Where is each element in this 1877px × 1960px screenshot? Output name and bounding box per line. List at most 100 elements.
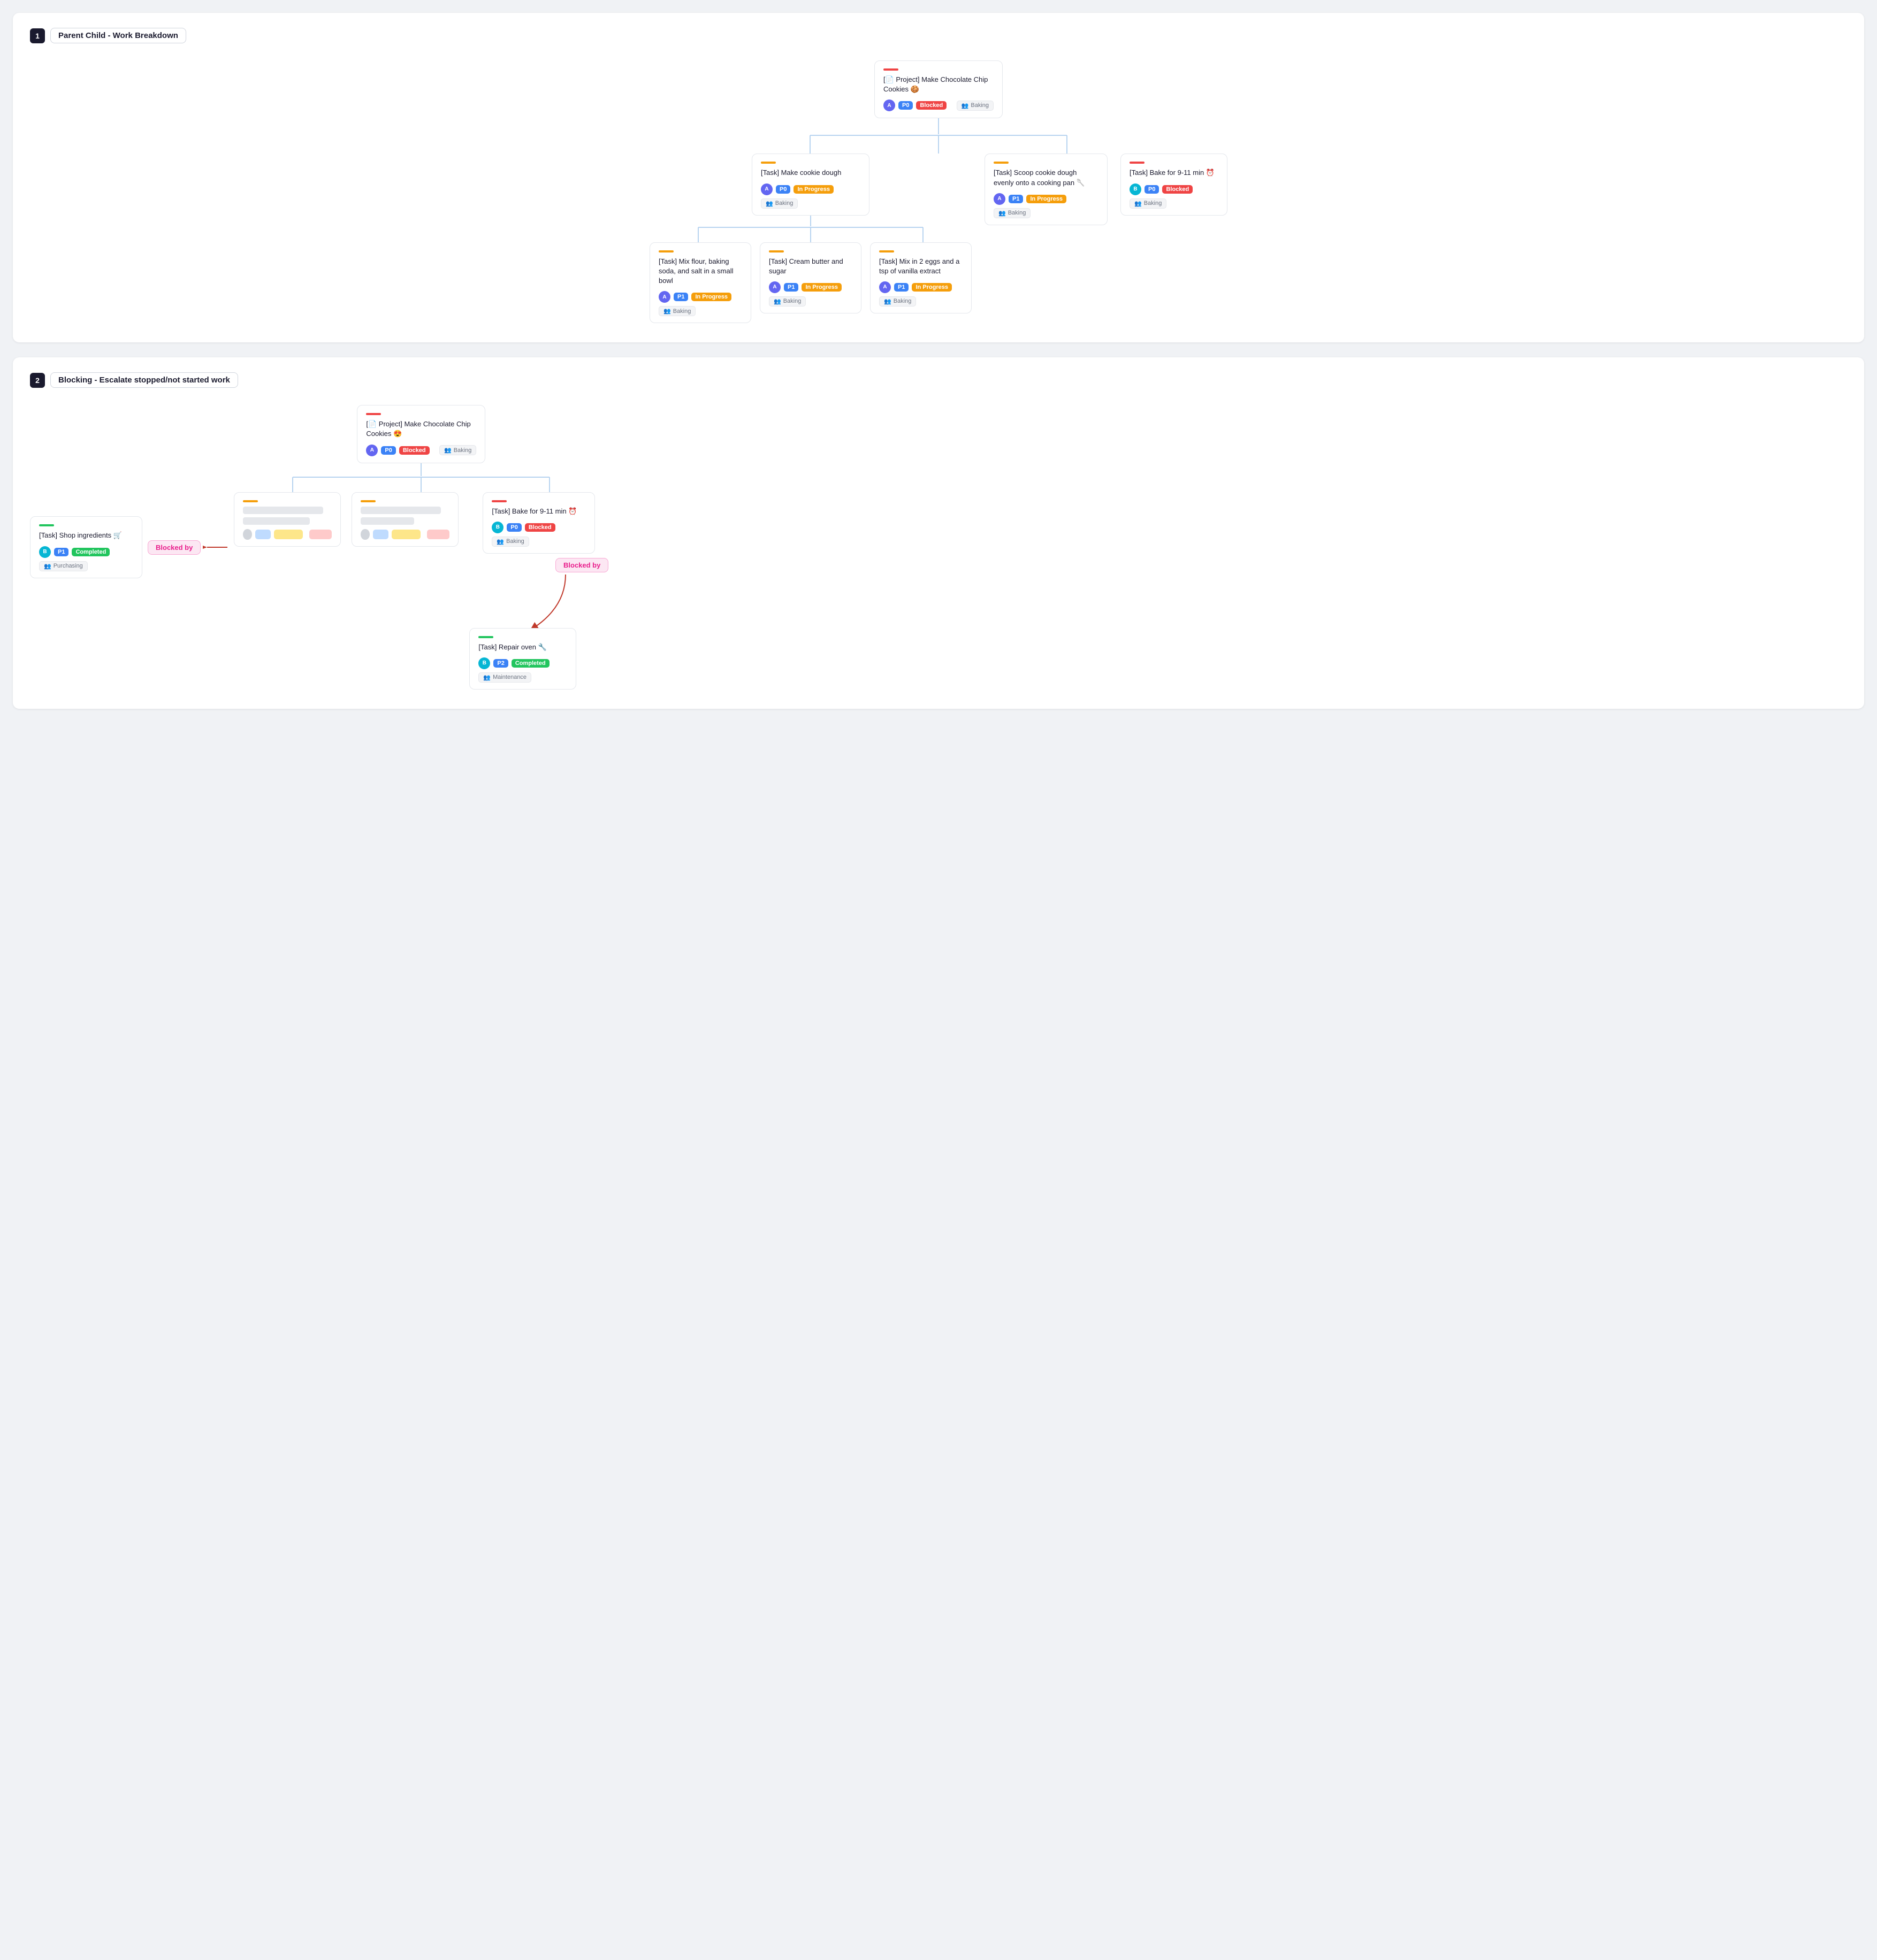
team-icon: 👥: [766, 200, 773, 207]
badge-status: In Progress: [912, 283, 952, 292]
card-accent: [769, 250, 784, 252]
card-title: [📄 Project] Make Chocolate Chip Cookies …: [366, 419, 476, 439]
blur-badge-priority: [255, 530, 271, 539]
team-icon: 👥: [1134, 200, 1142, 207]
tree-connector-svg-1: [767, 134, 1110, 154]
team-name: Baking: [1144, 200, 1162, 206]
card-accent: [761, 162, 776, 164]
level1-card-1[interactable]: [Task] Scoop cookie dough evenly onto a …: [985, 154, 1108, 225]
badge-team: 👥 Baking: [492, 537, 529, 547]
team-icon: 👥: [884, 298, 891, 305]
section-1-num: 1: [30, 28, 45, 43]
badge-team: 👥 Purchasing: [39, 561, 88, 571]
blur-footer: [361, 529, 449, 540]
badge-status: Blocked: [525, 523, 555, 532]
blurred-card-1: [234, 492, 341, 547]
project-card-2[interactable]: [📄 Project] Make Chocolate Chip Cookies …: [357, 405, 485, 463]
s2-right-tree: [📄 Project] Make Chocolate Chip Cookies …: [234, 405, 608, 690]
team-name: Baking: [775, 200, 793, 206]
blocked-by-arrow-left: Blocked by: [148, 540, 228, 555]
blur-avatar: [361, 529, 369, 540]
section-2-header: 2 Blocking - Escalate stopped/not starte…: [30, 372, 1847, 388]
badge-status: In Progress: [793, 185, 834, 194]
card-footer: A P1 In Progress 👥 Baking: [769, 281, 852, 307]
tree-col-3: [Task] Bake for 9-11 min ⏰ B P0 Blocked …: [1120, 154, 1227, 215]
shop-card[interactable]: [Task] Shop ingredients 🛒 B P1 Completed…: [30, 516, 142, 578]
team-name: Baking: [506, 538, 524, 545]
card-accent: [492, 500, 507, 502]
level2-card-1[interactable]: [Task] Cream butter and sugar A P1 In Pr…: [760, 242, 861, 313]
level1-card-2[interactable]: [Task] Bake for 9-11 min ⏰ B P0 Blocked …: [1120, 154, 1227, 215]
level2-card-0[interactable]: [Task] Mix flour, baking soda, and salt …: [650, 242, 751, 324]
team-icon: 👥: [774, 298, 781, 305]
badge-status: Completed: [72, 548, 110, 556]
h-connector-1: [767, 134, 1110, 154]
card-footer: B P0 Blocked 👥 Baking: [1130, 183, 1218, 209]
team-name: Baking: [673, 308, 691, 315]
avatar: B: [492, 522, 503, 533]
badge-priority: P1: [54, 548, 68, 556]
repair-card[interactable]: [Task] Repair oven 🔧 B P2 Completed 👥 Ma…: [469, 628, 576, 690]
section-1: 1 Parent Child - Work Breakdown [📄 Proje…: [13, 13, 1864, 342]
section-1-title: Parent Child - Work Breakdown: [50, 28, 186, 43]
badge-status: In Progress: [691, 293, 731, 301]
section-1-header: 1 Parent Child - Work Breakdown: [30, 28, 1847, 43]
card-title: [Task] Bake for 9-11 min ⏰: [492, 507, 586, 516]
tree-col-1: [Task] Make cookie dough A P0 In Progres…: [650, 154, 972, 323]
blur-badge-team: [427, 530, 449, 539]
badge-priority: P2: [493, 659, 508, 668]
blur-badge-status: [274, 530, 303, 539]
card-title: [Task] Bake for 9-11 min ⏰: [1130, 168, 1218, 178]
avatar: A: [761, 183, 773, 195]
card-title: [Task] Make cookie dough: [761, 168, 860, 178]
card-footer: B P1 Completed 👥 Purchasing: [39, 546, 133, 571]
badge-status: Completed: [512, 659, 550, 668]
card-accent: [243, 500, 258, 502]
card-footer: A P1 In Progress 👥 Baking: [994, 193, 1098, 218]
bake-blocked-section: Blocked by: [469, 558, 608, 690]
s2-top-row: [Task] Shop ingredients 🛒 B P1 Completed…: [30, 405, 1847, 690]
level1-card-0[interactable]: [Task] Make cookie dough A P0 In Progres…: [752, 154, 869, 215]
card-title: [Task] Shop ingredients 🛒: [39, 531, 133, 540]
avatar: A: [366, 445, 378, 456]
badge-team: 👥 Baking: [1130, 198, 1166, 209]
badge-priority: P0: [507, 523, 521, 532]
card-accent: [879, 250, 894, 252]
card-footer: A P0 In Progress 👥 Baking: [761, 183, 860, 209]
badge-status: Blocked: [399, 446, 430, 455]
blur-line-2: [361, 517, 414, 525]
v-line: [938, 118, 939, 134]
root-card[interactable]: [📄 Project] Make Chocolate Chip Cookies …: [874, 60, 1003, 118]
team-name: Baking: [971, 102, 989, 109]
card-title: [Task] Scoop cookie dough evenly onto a …: [994, 168, 1098, 187]
card-footer: A P0 Blocked 👥 Baking: [883, 99, 994, 111]
team-name: Maintenance: [493, 674, 527, 680]
blur-badge-team: [309, 530, 332, 539]
team-name: Baking: [894, 298, 912, 304]
card-footer: A P0 Blocked 👥 Baking: [366, 445, 476, 456]
team-name: Purchasing: [54, 563, 83, 569]
avatar: A: [879, 281, 891, 293]
blur-footer: [243, 529, 332, 540]
avatar: A: [883, 99, 895, 111]
team-icon: 👥: [497, 538, 504, 545]
blur-avatar: [243, 529, 251, 540]
tree-col-2: [Task] Scoop cookie dough evenly onto a …: [985, 154, 1108, 225]
team-name: Baking: [783, 298, 802, 304]
blur-line-1: [243, 507, 323, 514]
team-name: Baking: [454, 447, 472, 454]
avatar: A: [769, 281, 781, 293]
bake-card[interactable]: [Task] Bake for 9-11 min ⏰ B P0 Blocked …: [483, 492, 595, 554]
card-title: [Task] Mix in 2 eggs and a tsp of vanill…: [879, 257, 963, 276]
blur-badge-priority: [373, 530, 388, 539]
badge-status: In Progress: [1026, 195, 1066, 203]
badge-team: 👥 Baking: [769, 296, 806, 307]
avatar: B: [478, 657, 490, 669]
tree-connector-svg-2: [682, 226, 939, 242]
blocked-by-row: Blocked by: [555, 558, 608, 572]
level2-card-2[interactable]: [Task] Mix in 2 eggs and a tsp of vanill…: [870, 242, 972, 313]
section-1-tree: [📄 Project] Make Chocolate Chip Cookies …: [30, 60, 1847, 323]
badge-team: 👥 Baking: [994, 208, 1031, 218]
badge-status: Blocked: [1162, 185, 1193, 194]
repair-card-wrap: [Task] Repair oven 🔧 B P2 Completed 👥 Ma…: [469, 628, 576, 690]
